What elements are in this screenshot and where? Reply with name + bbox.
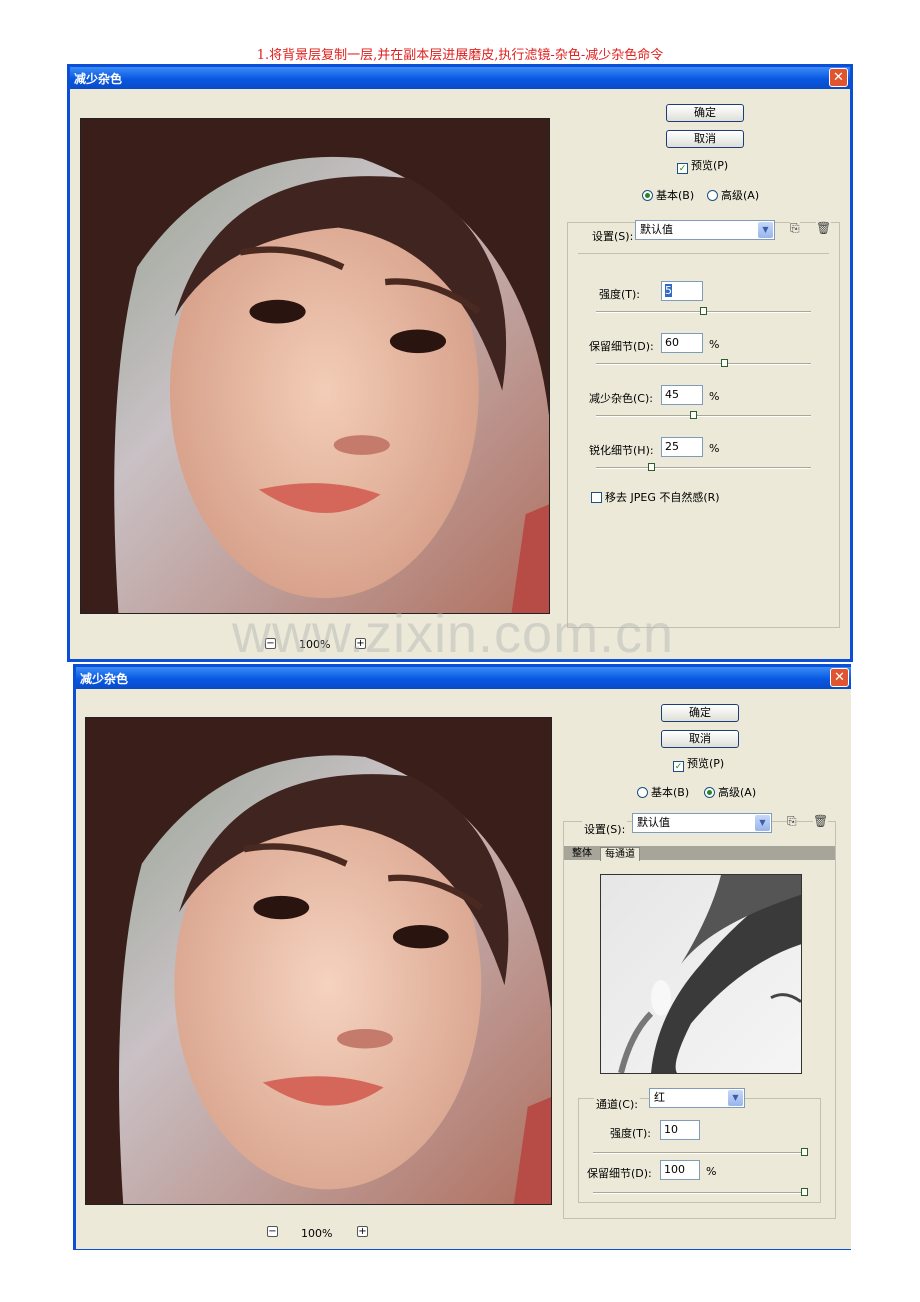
close-button[interactable]: ✕ [830, 668, 849, 687]
channel-select[interactable]: 红 ▼ [649, 1088, 745, 1108]
channel-strength-label: 强度(T): [610, 1127, 652, 1140]
channel-preserve-slider[interactable] [593, 1188, 808, 1196]
strength-slider[interactable] [596, 307, 811, 315]
sharpen-details-label: 锐化细节(H): [589, 444, 654, 457]
radio-selected-icon [642, 190, 653, 201]
chevron-down-icon: ▼ [758, 222, 773, 238]
reduce-color-noise-slider[interactable] [596, 411, 811, 419]
strength-slider-thumb[interactable] [700, 307, 707, 315]
close-button[interactable]: ✕ [829, 68, 848, 87]
preserve-percent: % [709, 338, 720, 351]
preserve-details-slider[interactable] [596, 359, 811, 367]
remove-jpeg-artifact-checkbox[interactable]: 移去 JPEG 不自然感(R) [591, 489, 720, 505]
zoom-level: 100% [301, 1227, 333, 1240]
settings-select[interactable]: 默认值 ▼ [632, 813, 772, 833]
settings-group: 设置(S): 默认值 ▼ ⎘ 🗑 整体 每通道 通道(C): 红 ▼ 强度(T)… [563, 813, 836, 1219]
tab-overall[interactable]: 整体 [568, 847, 596, 860]
dialog-title: 减少杂色 [80, 672, 129, 686]
chevron-down-icon: ▼ [728, 1090, 743, 1106]
save-icon[interactable]: ⎘ [790, 221, 800, 236]
save-icon[interactable]: ⎘ [787, 814, 797, 829]
preserve-details-input[interactable]: 60 [661, 333, 703, 353]
ok-button[interactable]: 确定 [666, 104, 744, 122]
reduce-color-noise-label: 减少杂色(C): [589, 392, 653, 405]
channel-strength-slider-thumb[interactable] [801, 1148, 808, 1156]
sharpen-details-input[interactable]: 25 [661, 437, 703, 457]
strength-label: 强度(T): [599, 288, 641, 301]
portrait-image [86, 718, 551, 1204]
tab-bar: 整体 每通道 [564, 846, 835, 861]
checkmark-icon: ✓ [677, 163, 688, 174]
instruction-caption: 1.将背景层复制一层,并在副本层进展磨皮,执行滤镜-杂色-减少杂色命令 [256, 48, 664, 63]
trash-icon[interactable]: 🗑 [816, 221, 832, 235]
settings-select[interactable]: 默认值 ▼ [635, 220, 775, 240]
portrait-image [81, 119, 549, 613]
checkmark-icon: ✓ [673, 761, 684, 772]
ok-button[interactable]: 确定 [661, 704, 739, 722]
trash-icon[interactable]: 🗑 [813, 814, 829, 828]
reduce-color-noise-input[interactable]: 45 [661, 385, 703, 405]
settings-divider [578, 253, 829, 254]
reduce-noise-dialog-advanced: 减少杂色 ✕ − 100% + 确定 取消 ✓ 预览(P) 基本(B) 高级(A… [73, 664, 851, 1250]
channel-group: 通道(C): 红 ▼ 强度(T): 10 保留细节(D): 100 % [578, 1088, 821, 1203]
preview-image[interactable] [85, 717, 552, 1205]
reduce-percent: % [709, 390, 720, 403]
settings-label: 设置(S): [582, 821, 628, 837]
cancel-button[interactable]: 取消 [666, 130, 744, 148]
watermark: www.zixin.com.cn [232, 604, 675, 664]
dialog-title: 减少杂色 [74, 72, 123, 86]
chevron-down-icon: ▼ [755, 815, 770, 831]
channel-preview[interactable] [600, 874, 802, 1074]
preserve-details-slider-thumb[interactable] [721, 359, 728, 367]
reduce-color-noise-slider-thumb[interactable] [690, 411, 697, 419]
strength-input[interactable]: 5 [661, 281, 703, 301]
mode-basic-radio[interactable]: 基本(B) [637, 784, 689, 800]
radio-icon [637, 787, 648, 798]
settings-group: 设置(S): 默认值 ▼ ⎘ 🗑 强度(T): 5 保留细节(D): 60 % … [567, 220, 840, 628]
zoom-controls: − 100% + [267, 1226, 377, 1240]
settings-label: 设置(S): [590, 228, 636, 244]
cancel-button[interactable]: 取消 [661, 730, 739, 748]
mode-basic-radio[interactable]: 基本(B) [642, 187, 694, 203]
channel-strength-slider[interactable] [593, 1148, 808, 1156]
preview-image[interactable] [80, 118, 550, 614]
radio-icon [707, 190, 718, 201]
mode-advanced-radio[interactable]: 高级(A) [704, 784, 756, 800]
channel-label: 通道(C): [594, 1096, 640, 1112]
channel-preserve-input[interactable]: 100 [660, 1160, 700, 1180]
title-bar[interactable]: 减少杂色 ✕ [70, 67, 850, 89]
preview-checkbox[interactable]: ✓ 预览(P) [673, 755, 724, 772]
channel-preview-image [601, 875, 801, 1073]
zoom-out-button[interactable]: − [267, 1226, 278, 1237]
checkbox-icon [591, 492, 602, 503]
preserve-details-label: 保留细节(D): [589, 340, 654, 353]
tab-per-channel[interactable]: 每通道 [600, 847, 640, 861]
channel-preserve-percent: % [706, 1165, 717, 1178]
title-bar[interactable]: 减少杂色 ✕ [76, 667, 851, 689]
channel-strength-input[interactable]: 10 [660, 1120, 700, 1140]
mode-advanced-radio[interactable]: 高级(A) [707, 187, 759, 203]
reduce-noise-dialog-basic: 减少杂色 ✕ − 100% + 确定 取消 ✓ 预览(P) 基本(B) 高级(A… [67, 64, 853, 662]
zoom-in-button[interactable]: + [357, 1226, 368, 1237]
preview-checkbox[interactable]: ✓ 预览(P) [677, 157, 728, 174]
channel-preserve-slider-thumb[interactable] [801, 1188, 808, 1196]
radio-selected-icon [704, 787, 715, 798]
sharpen-details-slider[interactable] [596, 463, 811, 471]
sharpen-details-slider-thumb[interactable] [648, 463, 655, 471]
sharpen-percent: % [709, 442, 720, 455]
channel-preserve-label: 保留细节(D): [587, 1167, 652, 1180]
